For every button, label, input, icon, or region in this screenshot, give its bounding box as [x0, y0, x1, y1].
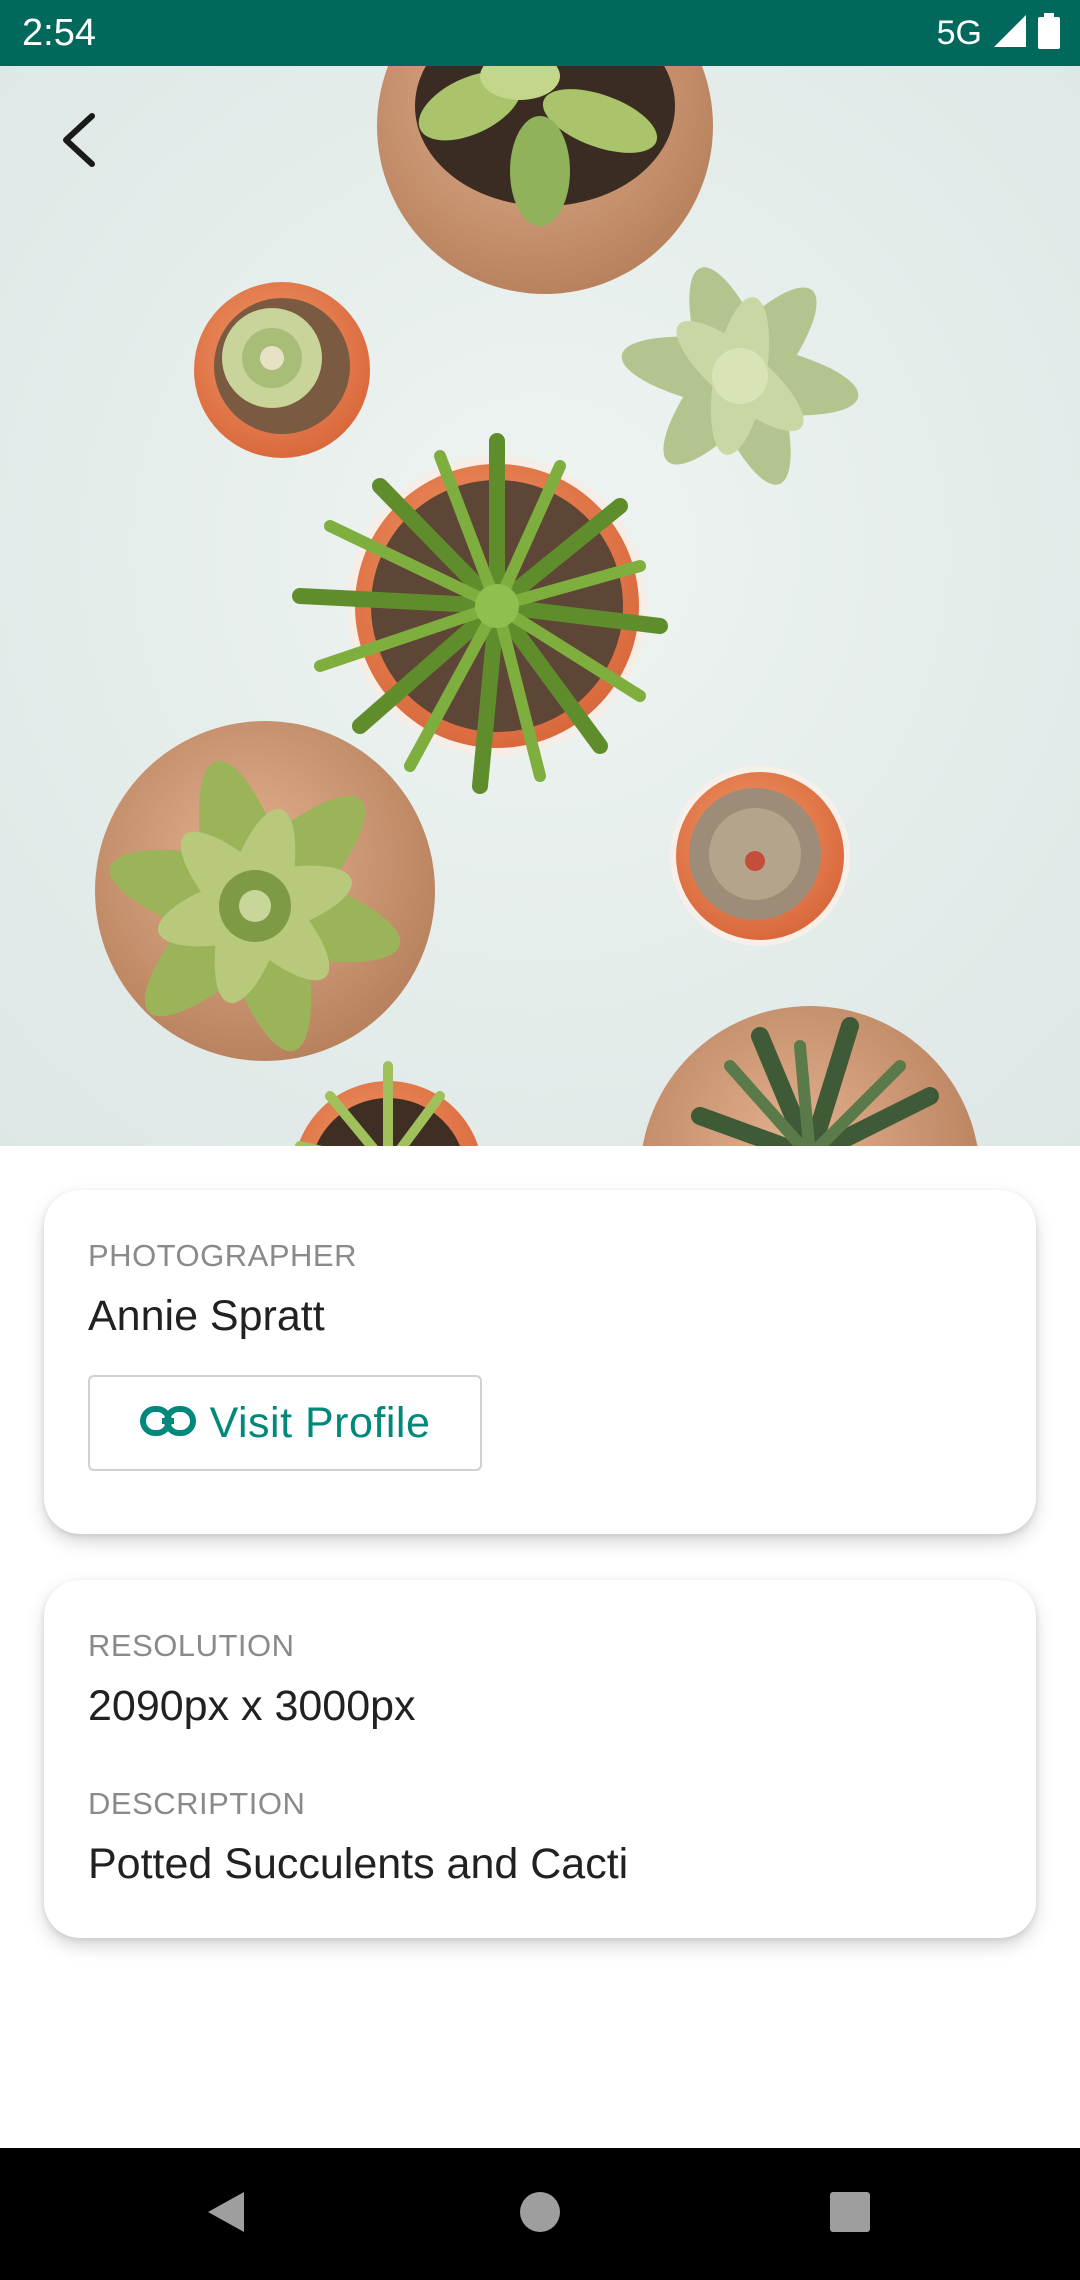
- nav-home-button[interactable]: [510, 2184, 570, 2244]
- photographer-name: Annie Spratt: [88, 1292, 325, 1340]
- pot-small-cactus: [194, 282, 370, 458]
- hero-photo: [0, 66, 1080, 1146]
- resolution-label: RESOLUTION: [88, 1628, 295, 1663]
- photographer-label: PHOTOGRAPHER: [88, 1238, 357, 1273]
- signal-icon: [992, 13, 1028, 54]
- network-type: 5G: [936, 14, 982, 52]
- photographer-card: PHOTOGRAPHER Annie Spratt Visit Profile: [44, 1190, 1036, 1534]
- nav-back-icon: [204, 2188, 248, 2241]
- status-time: 2:54: [22, 12, 96, 54]
- visit-profile-label: Visit Profile: [209, 1398, 431, 1447]
- pot-round-cactus: [670, 766, 850, 946]
- battery-icon: [1038, 12, 1060, 54]
- nav-back-button[interactable]: [196, 2184, 256, 2244]
- resolution-value: 2090px x 3000px: [88, 1682, 416, 1730]
- nav-home-icon: [518, 2190, 562, 2239]
- status-icons: 5G: [937, 12, 1060, 54]
- description-value: Potted Succulents and Cacti: [88, 1840, 629, 1888]
- nav-recents-button[interactable]: [820, 2184, 880, 2244]
- nav-recents-icon: [828, 2190, 872, 2239]
- status-bar: 2:54 5G: [0, 0, 1080, 66]
- description-label: DESCRIPTION: [88, 1786, 306, 1821]
- back-arrow-icon: [56, 110, 100, 175]
- back-button[interactable]: [38, 102, 118, 182]
- link-icon: [139, 1405, 196, 1442]
- visit-profile-button[interactable]: Visit Profile: [88, 1375, 482, 1471]
- pot-left-rosette: [95, 721, 435, 1061]
- succulents-illustration: [0, 66, 1080, 1146]
- system-nav-bar: [0, 2148, 1080, 2280]
- info-card: RESOLUTION 2090px x 3000px DESCRIPTION P…: [44, 1580, 1036, 1938]
